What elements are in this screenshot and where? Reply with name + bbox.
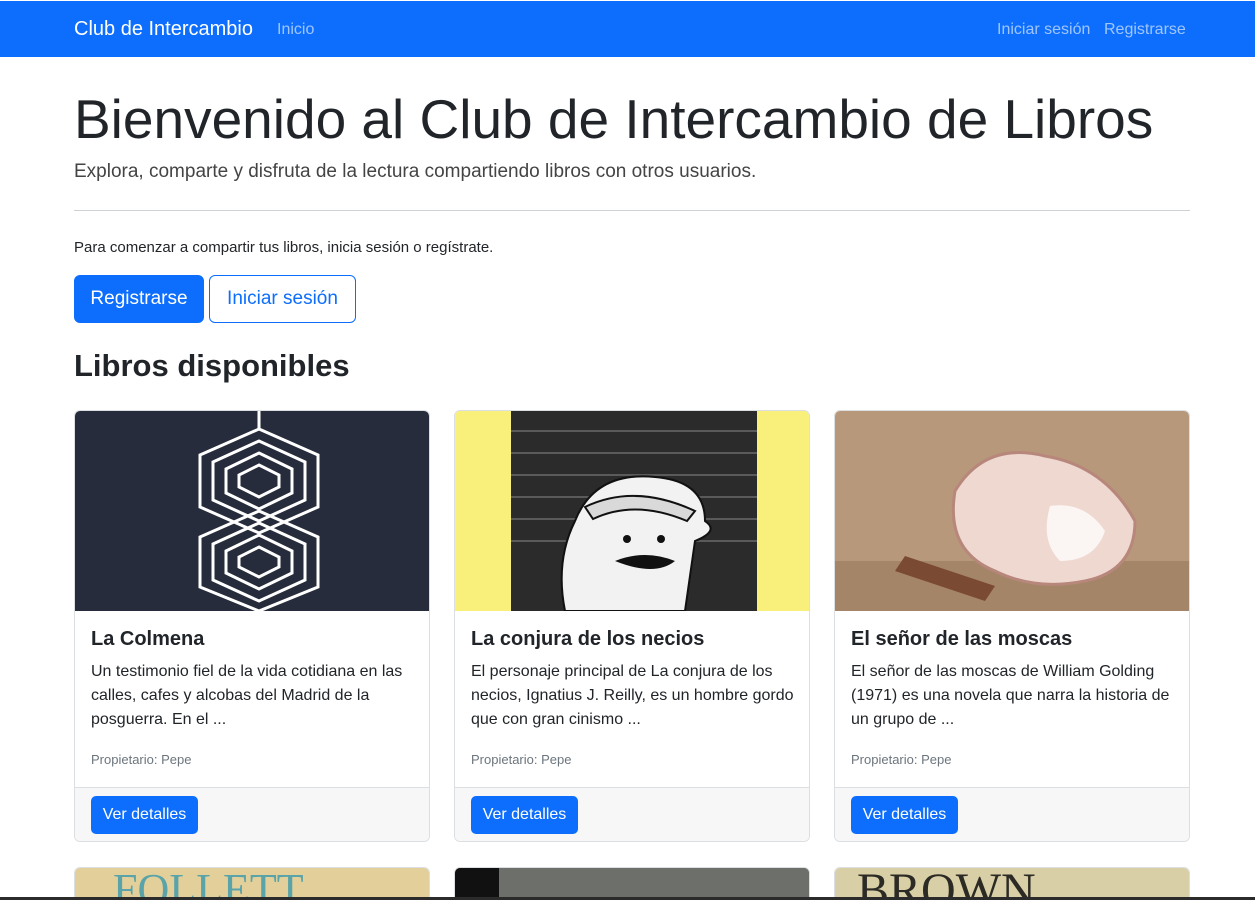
view-details-button[interactable]: Ver detalles <box>91 796 198 834</box>
book-title: La Colmena <box>91 628 205 650</box>
book-owner: Propietario: Pepe <box>471 752 572 767</box>
view-details-button[interactable]: Ver detalles <box>471 796 578 834</box>
book-description: El personaje principal de La conjura de … <box>471 663 794 728</box>
book-card: La conjura de los necios El personaje pr… <box>454 410 810 842</box>
book-cover-image <box>455 411 809 611</box>
divider <box>74 210 1190 211</box>
card-footer: Ver detalles <box>455 787 809 841</box>
nav-link-login[interactable]: Iniciar sesión <box>997 21 1090 39</box>
book-owner: Propietario: Pepe <box>91 752 192 767</box>
books-section-title: Libros disponibles <box>74 348 350 383</box>
book-card-partial <box>454 867 810 900</box>
navbar: Club de Intercambio Inicio Iniciar sesió… <box>0 1 1255 57</box>
book-cover-image <box>835 411 1189 611</box>
cover-text: BROWN <box>857 868 1036 900</box>
book-owner: Propietario: Pepe <box>851 752 952 767</box>
book-description: El señor de las moscas de William Goldin… <box>851 663 1170 728</box>
book-card-partial: FOLLETT <box>74 867 430 900</box>
nav-link-home[interactable]: Inicio <box>277 21 314 39</box>
book-card: El señor de las moscas El señor de las m… <box>834 410 1190 842</box>
cover-text: FOLLETT <box>113 868 304 900</box>
book-description: Un testimonio fiel de la vida cotidiana … <box>91 663 403 728</box>
book-card: La Colmena Un testimonio fiel de la vida… <box>74 410 430 842</box>
book-title: La conjura de los necios <box>471 628 705 650</box>
navbar-brand[interactable]: Club de Intercambio <box>74 18 253 41</box>
page-title: Bienvenido al Club de Intercambio de Lib… <box>74 88 1154 150</box>
book-title: El señor de las moscas <box>851 628 1073 650</box>
view-details-button[interactable]: Ver detalles <box>851 796 958 834</box>
register-button[interactable]: Registrarse <box>74 275 204 323</box>
login-button[interactable]: Iniciar sesión <box>209 275 356 323</box>
nav-link-register[interactable]: Registrarse <box>1104 21 1186 39</box>
card-footer: Ver detalles <box>75 787 429 841</box>
card-footer: Ver detalles <box>835 787 1189 841</box>
intro-text: Para comenzar a compartir tus libros, in… <box>74 239 494 256</box>
hero-lead: Explora, comparte y disfruta de la lectu… <box>74 161 757 182</box>
book-card-partial: BROWN <box>834 867 1190 900</box>
book-cover-image <box>75 411 429 611</box>
